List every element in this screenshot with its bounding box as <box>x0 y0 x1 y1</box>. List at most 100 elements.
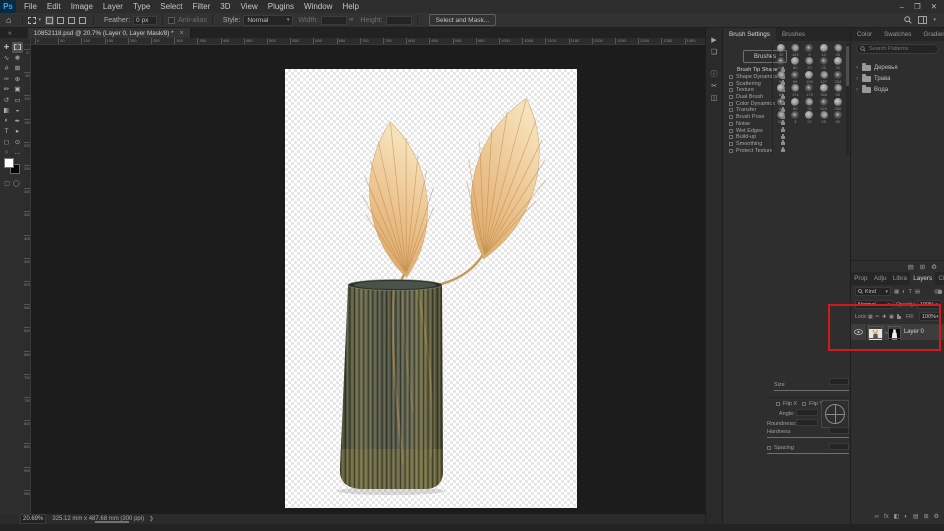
pattern-search[interactable] <box>856 44 939 54</box>
path-selection-tool[interactable]: ▸ <box>12 126 23 137</box>
brush-preset[interactable]: 50 <box>774 71 788 84</box>
delete-icon[interactable]: ♻ <box>931 263 937 271</box>
close-tab-icon[interactable]: × <box>180 30 184 37</box>
menu-image[interactable]: Image <box>66 0 98 13</box>
tab-brushes[interactable]: Brushes <box>776 28 811 41</box>
comments-panel-icon[interactable]: ❏ <box>711 46 717 58</box>
move-tool[interactable]: ✚ <box>1 42 12 53</box>
adjustment-layer-icon[interactable]: ◐ <box>904 514 908 520</box>
spacing-slider[interactable] <box>767 453 849 454</box>
spacing-checkbox[interactable] <box>767 446 771 450</box>
dodge-tool[interactable]: ◐ <box>1 116 12 127</box>
canvas-area[interactable] <box>31 45 705 514</box>
new-selection-mode[interactable] <box>45 16 54 25</box>
brush-preset[interactable]: 3 <box>788 111 802 124</box>
menu-plugins[interactable]: Plugins <box>263 0 299 13</box>
restore-button[interactable]: ❐ <box>914 2 921 11</box>
search-icon[interactable] <box>904 16 912 24</box>
style-select[interactable]: Normal ▾ <box>243 15 293 26</box>
width-input[interactable] <box>321 16 347 25</box>
checkbox[interactable] <box>729 115 733 119</box>
document-tab[interactable]: 10852118.psd @ 20.7% (Layer 0, Layer Mas… <box>28 28 191 38</box>
filter-type-icon-2[interactable]: T <box>909 289 912 295</box>
menu-select[interactable]: Select <box>155 0 187 13</box>
menu-layer[interactable]: Layer <box>98 0 128 13</box>
height-input[interactable] <box>386 16 412 25</box>
checkbox[interactable] <box>729 122 733 126</box>
flip-y-checkbox[interactable] <box>802 402 806 406</box>
pattern-group[interactable]: ›Вода <box>851 84 944 95</box>
brush-preset[interactable]: 25 <box>817 57 831 70</box>
brush-preset[interactable]: 204 <box>831 71 845 84</box>
tab-layers[interactable]: Layers <box>910 272 935 285</box>
flip-x-checkbox[interactable] <box>776 402 780 406</box>
brush-preset[interactable]: 174 <box>788 84 802 97</box>
brush-preset[interactable]: 80 <box>788 98 802 111</box>
layer-effects-icon[interactable]: fx <box>884 514 889 520</box>
pattern-group[interactable]: ›Деревья <box>851 62 944 73</box>
delete-layer-icon[interactable]: ♻ <box>934 513 939 520</box>
menu-type[interactable]: Type <box>128 0 155 13</box>
tab-gradients[interactable]: Gradients <box>917 28 944 41</box>
menu-file[interactable]: File <box>19 0 42 13</box>
checkbox[interactable] <box>729 149 733 153</box>
horizontal-scrollbar-thumb[interactable] <box>95 521 129 523</box>
menu-view[interactable]: View <box>236 0 263 13</box>
checkbox[interactable] <box>729 142 733 146</box>
hardness-value-box[interactable] <box>829 427 849 434</box>
link-layers-icon[interactable]: ∞ <box>875 514 879 520</box>
type-tool[interactable]: T <box>1 126 12 137</box>
tab-libra[interactable]: Libra <box>890 272 910 285</box>
select-and-mask-button[interactable]: Select and Mask... <box>429 14 496 26</box>
menu-window[interactable]: Window <box>299 0 337 13</box>
new-group-icon[interactable]: ▤ <box>913 513 919 520</box>
eyedropper-tool[interactable]: ✑ <box>1 74 12 85</box>
spacing-value-box[interactable] <box>829 443 849 450</box>
link-dimensions-icon[interactable]: ∞ <box>349 17 353 23</box>
crop-tool[interactable]: # <box>1 63 12 74</box>
brush-preset[interactable]: 143 <box>788 44 802 57</box>
filter-type-icon-0[interactable]: ▦ <box>894 289 899 295</box>
checkbox[interactable] <box>729 135 733 139</box>
brush-preset[interactable]: 60 <box>788 57 802 70</box>
filter-toggle[interactable] <box>934 289 942 294</box>
quick-mask-icon[interactable]: ▢ <box>4 180 10 187</box>
brush-preset[interactable]: 105 <box>774 111 788 124</box>
brush-option-build-up[interactable]: Build-up <box>729 134 787 141</box>
brush-option-smoothing[interactable]: Smoothing <box>729 141 787 148</box>
minimize-button[interactable]: – <box>900 2 904 11</box>
brush-preset[interactable]: 175 <box>802 84 816 97</box>
menu-help[interactable]: Help <box>337 0 363 13</box>
new-pattern-icon[interactable]: ⊞ <box>920 263 925 271</box>
new-layer-icon[interactable]: ⊞ <box>924 513 929 520</box>
brush-preset[interactable]: 127 <box>817 71 831 84</box>
filter-type-icon-3[interactable]: ▤ <box>915 289 920 295</box>
checkbox[interactable] <box>729 102 733 106</box>
gradient-tool[interactable] <box>1 105 12 116</box>
brush-preset[interactable]: 24 <box>774 98 788 111</box>
zoom-level[interactable]: 20.69% <box>20 514 46 524</box>
brush-preset[interactable]: 100 <box>802 71 816 84</box>
brush-preset[interactable]: 10 <box>817 44 831 57</box>
pen-tool[interactable]: ✒ <box>12 116 23 127</box>
ruler-origin[interactable] <box>24 38 31 45</box>
brush-preset[interactable]: 20 <box>802 111 816 124</box>
shape-tool[interactable]: ◻ <box>1 137 12 148</box>
clone-stamp-tool[interactable]: ▣ <box>12 84 23 95</box>
brush-option-wet-edges[interactable]: Wet Edges <box>729 127 787 134</box>
menu-edit[interactable]: Edit <box>42 0 66 13</box>
foreground-color-swatch[interactable] <box>4 158 14 168</box>
tab-color[interactable]: Color <box>851 28 878 41</box>
brush-preset[interactable]: 25 <box>802 98 816 111</box>
menu-filter[interactable]: Filter <box>188 0 216 13</box>
filter-type-icon-1[interactable]: ◐ <box>902 289 905 295</box>
history-panel-icon[interactable]: ⓘ <box>711 68 718 80</box>
add-layer-mask-icon[interactable]: ◧ <box>894 513 900 520</box>
brush-preset[interactable]: 25 <box>831 44 845 57</box>
actions-panel-icon[interactable]: ▶ <box>711 34 716 46</box>
document-canvas[interactable] <box>285 69 577 508</box>
add-to-selection-mode[interactable] <box>56 16 65 25</box>
checkbox[interactable] <box>729 75 733 79</box>
hardness-slider[interactable] <box>767 437 849 438</box>
tool-preset-picker[interactable]: ▾ <box>28 17 41 24</box>
